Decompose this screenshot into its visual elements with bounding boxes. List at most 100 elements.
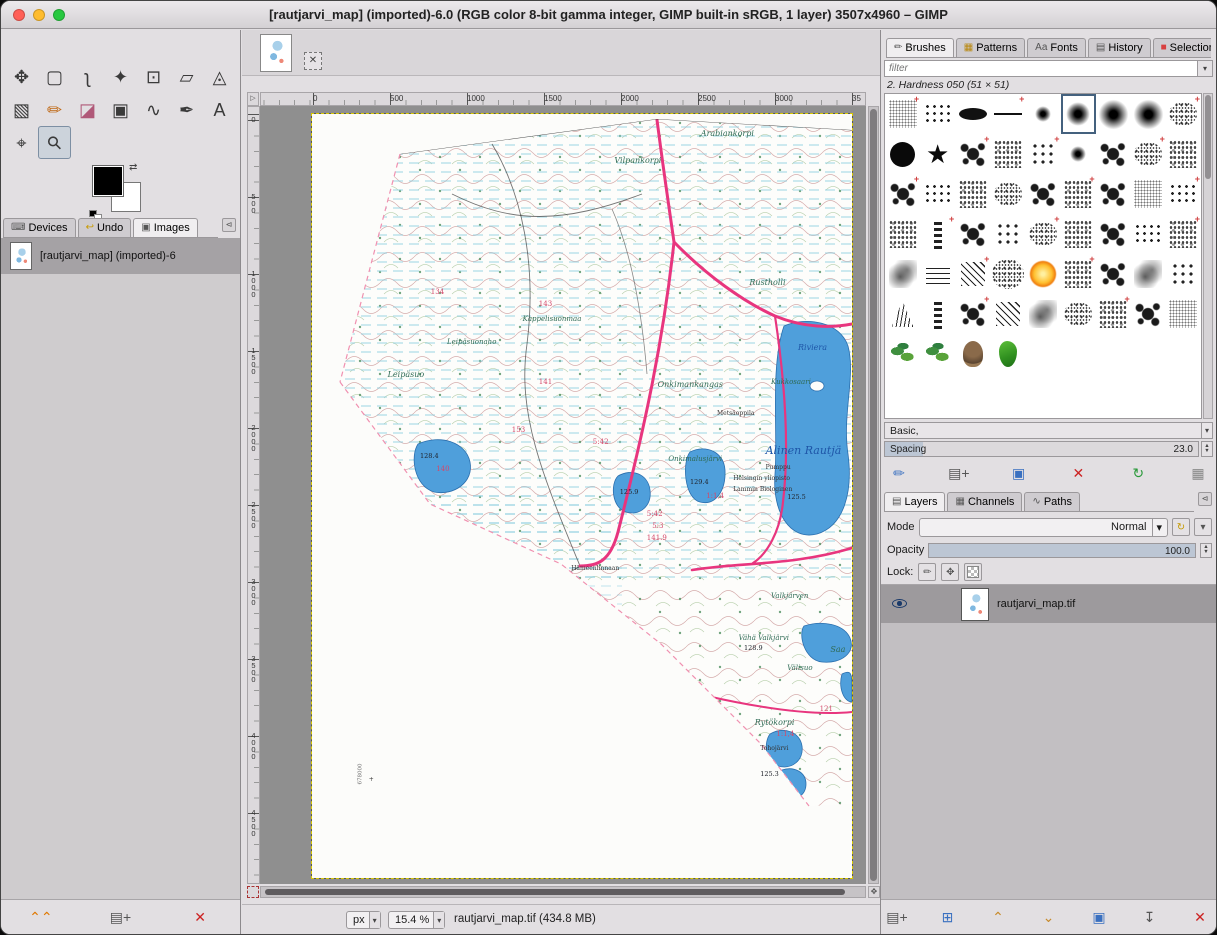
handle-transform-tool[interactable]: ◬	[203, 60, 236, 93]
opacity-slider[interactable]: 100.0	[928, 543, 1196, 558]
color-picker-tool[interactable]: ⌖	[5, 126, 38, 159]
duplicate-layer-button[interactable]: ▣	[1087, 905, 1111, 929]
brush-grass[interactable]	[885, 294, 920, 334]
canvas-viewport[interactable]: ArabiankorpiVilpankorpiRustholliRivieraK…	[260, 106, 866, 884]
ink-tool[interactable]: ✒	[170, 93, 203, 126]
brush-empty[interactable]	[1166, 334, 1201, 374]
brush-splatter[interactable]	[1096, 174, 1131, 214]
vertical-ruler[interactable]: 050010001500200025003000350040004500	[247, 106, 260, 884]
brush-hardness-025[interactable]	[1025, 94, 1060, 134]
brush-flat-oval[interactable]	[955, 94, 990, 134]
delete-brush-button[interactable]: ✕	[1066, 461, 1090, 485]
brush-noise[interactable]	[1131, 174, 1166, 214]
tab-images[interactable]: ▣Images	[133, 218, 198, 237]
brush-round-solid[interactable]	[885, 134, 920, 174]
brush-dots[interactable]	[1166, 174, 1201, 214]
smudge-tool[interactable]: ∿	[137, 93, 170, 126]
brush-texture[interactable]	[1166, 214, 1201, 254]
brush-splatter[interactable]	[1096, 254, 1131, 294]
move-tool[interactable]: ✥	[5, 60, 38, 93]
edit-brush-button[interactable]: ✏	[887, 461, 911, 485]
brush-splatter[interactable]	[1096, 214, 1131, 254]
brush-preset-select[interactable]: Basic, ▾	[884, 422, 1213, 439]
brush-splatter[interactable]	[885, 174, 920, 214]
ruler-corner-button[interactable]: ▷	[247, 92, 259, 106]
clone-tool[interactable]: ▣	[104, 93, 137, 126]
new-brush-button[interactable]: ▤+	[947, 461, 971, 485]
chevron-down-icon[interactable]: ▾	[1198, 60, 1213, 77]
brush-star[interactable]	[920, 134, 955, 174]
brush-spray[interactable]	[990, 174, 1025, 214]
gradient-tool[interactable]: ▧	[5, 93, 38, 126]
lock-alpha-toggle[interactable]	[964, 563, 982, 581]
brush-texture[interactable]	[1061, 254, 1096, 294]
foreground-background-colors[interactable]: ⇄	[93, 166, 151, 218]
tab-paths[interactable]: ∿Paths	[1024, 492, 1080, 511]
raise-displays-button[interactable]: ⌃⌃	[29, 905, 53, 929]
brush-texture[interactable]	[990, 134, 1025, 174]
brush-empty[interactable]	[1096, 334, 1131, 374]
brush-grid-scrollbar[interactable]	[1203, 93, 1213, 419]
brush-dots[interactable]	[920, 174, 955, 214]
brush-scrollbar-thumb[interactable]	[1205, 95, 1211, 179]
open-brush-as-image-button[interactable]: ▦	[1186, 461, 1210, 485]
brush-owl[interactable]	[955, 334, 990, 374]
left-dock-menu-button[interactable]: ⊲	[222, 218, 236, 232]
brush-texture[interactable]	[955, 174, 990, 214]
brush-spray-big[interactable]	[990, 254, 1025, 294]
brush-smoke[interactable]	[1025, 294, 1060, 334]
brush-texture[interactable]	[1061, 214, 1096, 254]
spacing-slider[interactable]: Spacing 23.0	[884, 441, 1199, 457]
foreground-color-swatch[interactable]	[93, 166, 123, 196]
refresh-brushes-button[interactable]: ↻	[1126, 461, 1150, 485]
brush-texture[interactable]	[1096, 294, 1131, 334]
brush-texture[interactable]	[885, 214, 920, 254]
brush-sun[interactable]	[1025, 254, 1060, 294]
brush-pencil-sketch[interactable]	[920, 254, 955, 294]
brush-noise[interactable]	[1166, 294, 1201, 334]
layer-visibility-toggle[interactable]	[891, 597, 909, 611]
brush-empty[interactable]	[1131, 334, 1166, 374]
tab-fonts[interactable]: AaFonts	[1027, 38, 1086, 57]
delete-display-button[interactable]: ✕	[188, 905, 212, 929]
zoom-select[interactable]: 15.4 %▾	[388, 911, 445, 929]
crop-tool[interactable]: ⊡	[137, 60, 170, 93]
brush-diagonal-lines[interactable]	[990, 294, 1025, 334]
duplicate-brush-button[interactable]: ▣	[1007, 461, 1031, 485]
mode-switch-button[interactable]: ↻	[1172, 518, 1190, 536]
image-canvas[interactable]: ArabiankorpiVilpankorpiRustholliRivieraK…	[312, 114, 852, 878]
tab-devices[interactable]: ⌨Devices	[3, 218, 76, 237]
text-tool[interactable]: A	[203, 93, 236, 126]
tab-layers[interactable]: ▤Layers	[884, 492, 945, 511]
zoom-tool[interactable]: ⚲	[38, 126, 71, 159]
brush-green-leaves[interactable]	[885, 334, 920, 374]
new-display-button[interactable]: ▤+	[108, 905, 132, 929]
image-list-item[interactable]: [rautjarvi_map] (imported)-6	[1, 238, 240, 274]
brush-leaf[interactable]	[920, 334, 955, 374]
delete-layer-button[interactable]: ✕	[1188, 905, 1212, 929]
lock-pixels-toggle[interactable]: ✏	[918, 563, 936, 581]
quick-mask-toggle[interactable]	[247, 886, 259, 898]
rectangle-select-tool[interactable]: ▢	[38, 60, 71, 93]
tab-history[interactable]: ▤History	[1088, 38, 1151, 57]
vertical-scrollbar[interactable]	[868, 106, 879, 884]
brush-dots[interactable]	[1131, 214, 1166, 254]
image-tab-menu-button[interactable]: ✕	[304, 52, 322, 70]
spacing-spinner[interactable]: ▲▼	[1201, 441, 1213, 457]
brush-dot-grid[interactable]	[1025, 134, 1060, 174]
brush-empty[interactable]	[1061, 334, 1096, 374]
swap-colors-icon[interactable]: ⇄	[129, 162, 137, 173]
pencil-tool[interactable]: ✏	[38, 93, 71, 126]
brush-smoke[interactable]	[885, 254, 920, 294]
brush-soft-small[interactable]	[1061, 134, 1096, 174]
tab-patterns[interactable]: ▦Patterns	[956, 38, 1025, 57]
unit-select[interactable]: px▾	[346, 911, 381, 929]
brush-filter-input[interactable]	[884, 60, 1198, 77]
brush-splatter[interactable]	[955, 214, 990, 254]
lock-position-toggle[interactable]: ✥	[941, 563, 959, 581]
opacity-spinner[interactable]: ▲▼	[1200, 543, 1212, 558]
brush-splatter[interactable]	[955, 294, 990, 334]
layer-row[interactable]: rautjarvi_map.tif	[881, 585, 1216, 623]
vertical-scrollbar-thumb[interactable]	[870, 109, 877, 881]
merge-layer-button[interactable]: ↧	[1138, 905, 1162, 929]
